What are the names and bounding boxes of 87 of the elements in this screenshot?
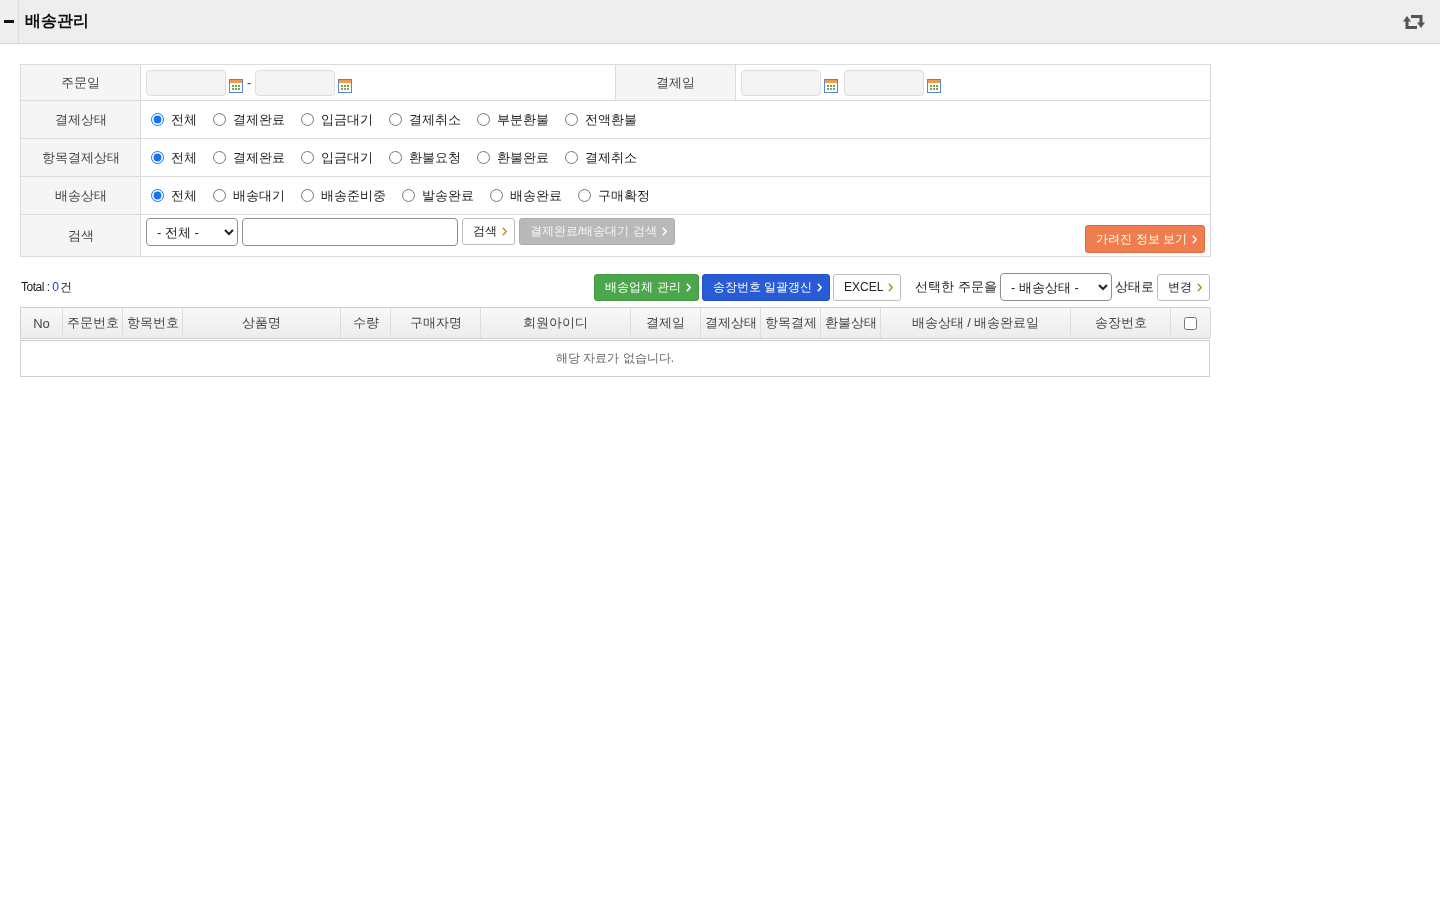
radio-button[interactable] xyxy=(301,151,314,164)
radio-label[interactable]: 결제취소 xyxy=(585,148,637,167)
action-button[interactable]: EXCEL xyxy=(833,273,902,301)
chevron-icon xyxy=(817,282,822,292)
calendar-icon[interactable] xyxy=(824,78,838,93)
chevron-icon xyxy=(502,227,507,236)
action-button[interactable]: 송장번호 일괄갱신 xyxy=(701,273,830,301)
filter-label: 결제상태 xyxy=(20,100,141,139)
column-header: 주문번호 xyxy=(63,308,123,338)
column-header: 결제일 xyxy=(631,308,701,338)
radio-button[interactable] xyxy=(402,189,415,202)
date-field[interactable] xyxy=(255,69,336,96)
radio-label[interactable]: 배송준비중 xyxy=(321,186,386,205)
chevron-icon xyxy=(661,227,667,236)
search-button[interactable]: 검색 xyxy=(462,218,515,245)
chevron-icon xyxy=(888,282,894,292)
column-header: 구매자명 xyxy=(391,308,481,338)
radio-button[interactable] xyxy=(213,151,226,164)
filter-label: 검색 xyxy=(20,214,141,257)
date-field[interactable] xyxy=(146,69,226,96)
search-type-select[interactable]: - 전체 - xyxy=(146,218,238,246)
chevron-icon xyxy=(685,282,691,292)
radio-label[interactable]: 배송완료 xyxy=(510,186,562,205)
radio-button[interactable] xyxy=(151,189,164,202)
radio-button[interactable] xyxy=(151,151,164,164)
radio-button[interactable] xyxy=(477,113,490,126)
empty-message: 해당 자료가 없습니다. xyxy=(556,350,674,367)
radio-label[interactable]: 환불완료 xyxy=(497,148,549,167)
radio-button[interactable] xyxy=(213,189,226,202)
column-header: 결제상태 xyxy=(701,308,761,338)
radio-label[interactable]: 전액환불 xyxy=(585,110,637,129)
radio-button[interactable] xyxy=(578,189,591,202)
filter-label: 결제일 xyxy=(615,64,736,101)
refresh-icon[interactable] xyxy=(1402,13,1426,30)
calendar-icon[interactable] xyxy=(927,78,941,93)
change-button[interactable]: 변경 xyxy=(1157,273,1210,301)
column-header: 항목결제 xyxy=(761,308,821,338)
radio-label[interactable]: 입금대기 xyxy=(321,148,373,167)
radio-button[interactable] xyxy=(389,151,402,164)
radio-button[interactable] xyxy=(490,189,503,202)
radio-button[interactable] xyxy=(301,189,314,202)
column-header: 상품명 xyxy=(183,308,341,338)
radio-label[interactable]: 배송대기 xyxy=(233,186,285,205)
radio-button[interactable] xyxy=(389,113,402,126)
radio-label[interactable]: 결제완료 xyxy=(233,110,285,129)
radio-label[interactable]: 환불요청 xyxy=(409,148,461,167)
column-header: 배송상태 / 배송완료일 xyxy=(881,308,1071,338)
radio-label[interactable]: 결제완료 xyxy=(233,148,285,167)
radio-label[interactable]: 부분환불 xyxy=(497,110,549,129)
radio-label[interactable]: 발송완료 xyxy=(422,186,474,205)
radio-label[interactable]: 전체 xyxy=(171,186,197,205)
radio-button[interactable] xyxy=(565,113,578,126)
filter-label: 항목결제상태 xyxy=(20,138,141,177)
column-header: 수량 xyxy=(341,308,391,338)
chevron-icon xyxy=(1192,234,1197,244)
radio-label[interactable]: 구매확정 xyxy=(598,186,650,205)
total-count: 0 xyxy=(52,279,59,294)
page-title: 배송관리 xyxy=(25,11,89,31)
column-header: 환불상태 xyxy=(821,308,881,338)
radio-button[interactable] xyxy=(565,151,578,164)
select-all-checkbox[interactable] xyxy=(1184,316,1197,330)
bulk-change-prefix: 선택한 주문을 xyxy=(915,278,997,296)
radio-button[interactable] xyxy=(301,113,314,126)
column-header: No xyxy=(21,308,63,338)
date-field[interactable] xyxy=(741,69,821,96)
chevron-icon xyxy=(1197,282,1202,292)
filter-label: 배송상태 xyxy=(20,176,141,215)
radio-button[interactable] xyxy=(477,151,490,164)
radio-label[interactable]: 전체 xyxy=(171,110,197,129)
column-header: 항목번호 xyxy=(123,308,183,338)
radio-button[interactable] xyxy=(213,113,226,126)
total-label: Total : xyxy=(21,279,50,294)
date-separator: - xyxy=(247,75,252,90)
radio-label[interactable]: 입금대기 xyxy=(321,110,373,129)
status-select[interactable]: - 배송상태 - xyxy=(1000,273,1112,301)
search-input[interactable] xyxy=(242,218,458,246)
calendar-icon[interactable] xyxy=(229,78,243,93)
total-unit: 건 xyxy=(59,279,72,294)
date-field[interactable] xyxy=(844,69,924,96)
column-header: 회원아이디 xyxy=(481,308,631,338)
radio-button[interactable] xyxy=(151,113,164,126)
radio-label[interactable]: 결제취소 xyxy=(409,110,461,129)
filter-label: 주문일 xyxy=(20,64,141,101)
radio-label[interactable]: 전체 xyxy=(171,148,197,167)
column-header: 송장번호 xyxy=(1071,308,1171,338)
bulk-change-suffix: 상태로 xyxy=(1115,278,1154,296)
calendar-icon[interactable] xyxy=(338,78,353,93)
